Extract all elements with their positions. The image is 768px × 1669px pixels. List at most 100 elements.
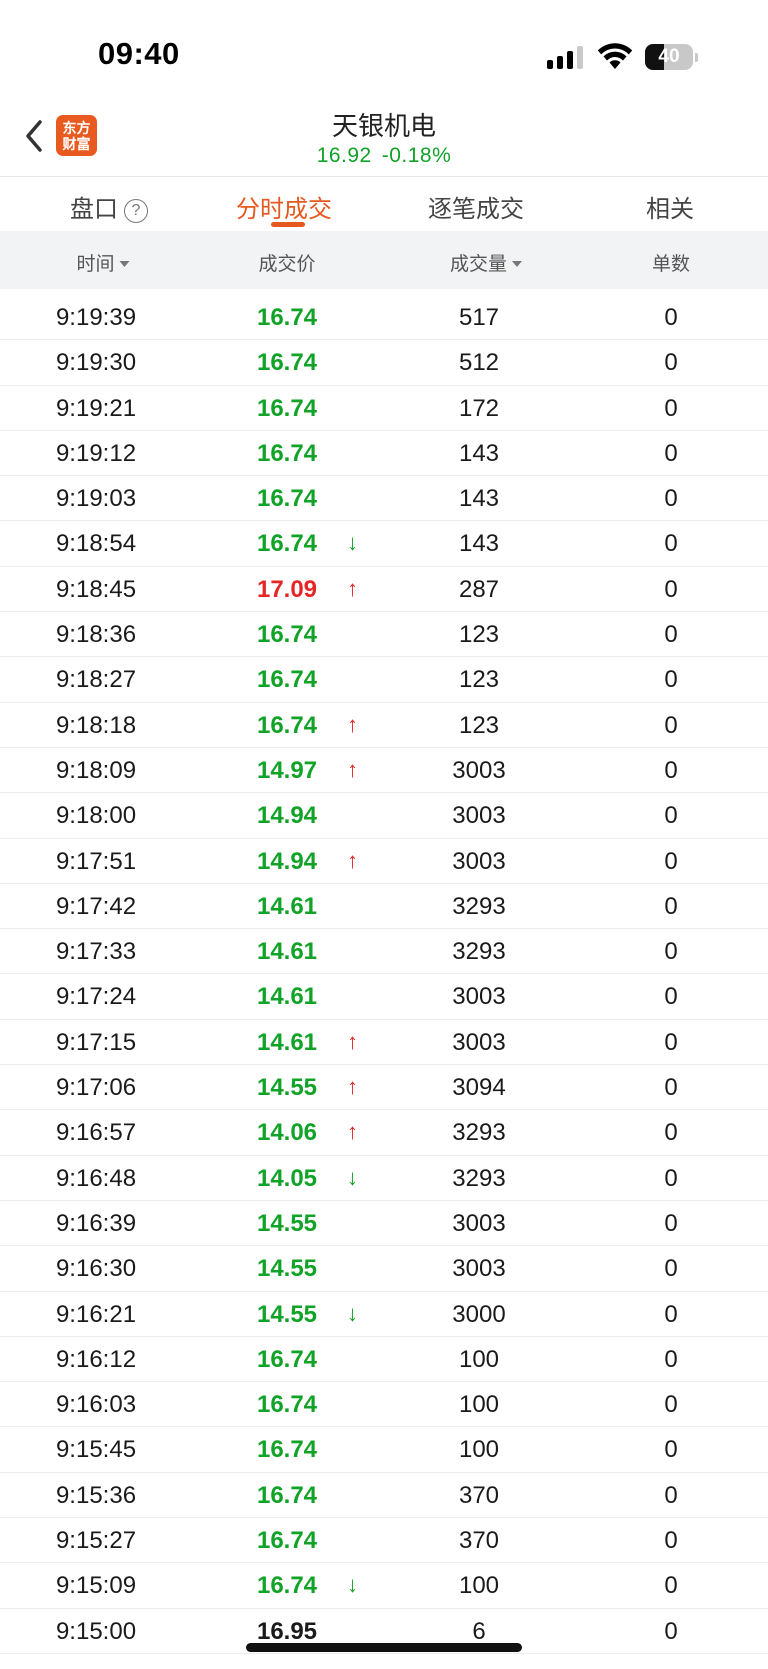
stock-name: 天银机电 — [331, 111, 436, 141]
header: 东方 财富 天银机电 16.92 -0.18% — [0, 100, 768, 176]
trade-count: 0 — [664, 1572, 678, 1600]
trade-time: 9:15:09 — [55, 1572, 137, 1600]
tab-related[interactable]: 相关 — [646, 189, 694, 224]
column-volume-sort[interactable]: 成交量 — [450, 249, 523, 276]
trade-volume: 123 — [458, 711, 500, 739]
arrow-down-icon: ↓ — [347, 1572, 358, 1598]
trade-row: 9:16:39 14.55 3003 0 — [0, 1201, 768, 1247]
column-time-sort[interactable]: 时间 — [76, 249, 130, 276]
trade-row: 9:15:27 16.74 370 0 — [0, 1518, 768, 1564]
trade-price: 16.74 — [256, 439, 318, 467]
stock-change: -0.18% — [381, 144, 452, 167]
trade-volume: 100 — [458, 1572, 500, 1600]
trade-volume: 100 — [458, 1391, 500, 1419]
tab-minute-trades[interactable]: 分时成交 — [236, 189, 332, 224]
trade-price: 14.61 — [256, 983, 318, 1011]
trade-count: 0 — [664, 938, 678, 966]
arrow-up-icon: ↑ — [347, 711, 358, 737]
trade-count: 0 — [664, 530, 678, 558]
arrow-up-icon: ↑ — [347, 1028, 358, 1054]
trade-row: 9:19:12 16.74 143 0 — [0, 431, 768, 477]
trade-count: 0 — [664, 1255, 678, 1283]
trade-price: 14.61 — [256, 938, 318, 966]
tab-minute-trades-label: 分时成交 — [236, 196, 332, 223]
trade-volume: 3003 — [452, 756, 506, 784]
trade-row: 9:19:30 16.74 512 0 — [0, 340, 768, 386]
trade-count: 0 — [664, 1164, 678, 1192]
trade-time: 9:17:42 — [55, 892, 137, 920]
trade-row: 9:15:36 16.74 370 0 — [0, 1473, 768, 1519]
trade-price: 16.74 — [256, 349, 318, 377]
trade-time: 9:18:45 — [55, 575, 137, 603]
trade-volume: 3003 — [452, 983, 506, 1011]
arrow-up-icon: ↑ — [347, 1119, 358, 1145]
trade-count: 0 — [664, 1209, 678, 1237]
trade-row: 9:15:09 16.74 ↓ 100 0 — [0, 1563, 768, 1609]
tab-related-label: 相关 — [646, 196, 694, 223]
trade-price: 14.61 — [256, 892, 318, 920]
trade-time: 9:17:06 — [55, 1074, 137, 1102]
trade-time: 9:18:36 — [55, 621, 137, 649]
trade-time: 9:15:36 — [55, 1481, 137, 1509]
trade-count: 0 — [664, 304, 678, 331]
trade-row: 9:17:06 14.55 ↑ 3094 0 — [0, 1065, 768, 1111]
trade-price: 16.74 — [256, 1481, 318, 1509]
trade-row: 9:17:33 14.61 3293 0 — [0, 929, 768, 975]
trade-row: 9:18:27 16.74 123 0 — [0, 657, 768, 703]
trade-row: 9:16:57 14.06 ↑ 3293 0 — [0, 1110, 768, 1156]
trade-row: 9:16:21 14.55 ↓ 3000 0 — [0, 1292, 768, 1337]
trade-price: 14.55 — [256, 1300, 318, 1328]
trade-count: 0 — [664, 1481, 678, 1509]
trade-volume: 3094 — [452, 1074, 506, 1102]
status-time: 09:40 — [98, 36, 180, 71]
trade-price: 14.05 — [256, 1164, 318, 1192]
trade-time: 9:16:21 — [55, 1300, 137, 1328]
trade-volume: 3003 — [452, 1209, 506, 1237]
trade-count: 0 — [664, 439, 678, 467]
trade-price: 16.74 — [256, 1345, 318, 1373]
trade-time: 9:18:00 — [55, 802, 137, 830]
trade-volume: 172 — [458, 394, 500, 422]
arrow-up-icon: ↑ — [347, 756, 358, 782]
trade-time: 9:18:18 — [55, 711, 137, 739]
trade-count: 0 — [664, 1028, 678, 1056]
trade-price: 16.95 — [256, 1617, 318, 1645]
trade-volume: 512 — [458, 349, 500, 377]
trade-volume: 143 — [458, 439, 500, 467]
trade-row: 9:18:45 17.09 ↑ 287 0 — [0, 567, 768, 613]
active-tab-indicator — [271, 222, 305, 227]
trade-volume: 3293 — [452, 938, 506, 966]
trade-row: 9:18:09 14.97 ↑ 3003 0 — [0, 748, 768, 794]
home-indicator — [246, 1643, 522, 1652]
trade-time: 9:17:15 — [55, 1028, 137, 1056]
trade-row: 9:16:30 14.55 3003 0 — [0, 1246, 768, 1292]
trade-volume: 3003 — [452, 1028, 506, 1056]
sort-caret-icon — [512, 261, 523, 267]
trade-price: 16.74 — [256, 1391, 318, 1419]
trade-price: 14.06 — [256, 1119, 318, 1147]
trade-row: 9:18:36 16.74 123 0 — [0, 612, 768, 658]
trade-volume: 370 — [458, 1481, 500, 1509]
trade-price: 17.09 — [256, 575, 318, 603]
tab-tick-trades[interactable]: 逐笔成交 — [428, 189, 524, 224]
column-price-label: 成交价 — [258, 254, 316, 275]
column-time-label: 时间 — [76, 254, 115, 275]
wifi-icon — [597, 43, 633, 69]
trade-row: 9:17:42 14.61 3293 0 — [0, 884, 768, 930]
trade-price: 16.74 — [256, 485, 318, 513]
trade-count: 0 — [664, 756, 678, 784]
trade-price: 16.74 — [256, 621, 318, 649]
trade-list[interactable]: 9:19:39 16.74 517 0 9:19:30 16.74 512 0 9:19:21 1… — [0, 295, 768, 1654]
trade-volume: 370 — [458, 1527, 500, 1555]
trade-count: 0 — [664, 1300, 678, 1328]
trade-count: 0 — [664, 394, 678, 422]
trade-count: 0 — [664, 983, 678, 1011]
trade-time: 9:19:03 — [55, 485, 137, 513]
arrow-down-icon: ↓ — [347, 530, 358, 556]
trade-volume: 3003 — [452, 847, 506, 875]
trade-row: 9:19:39 16.74 517 0 — [0, 295, 768, 341]
help-icon[interactable]: ? — [124, 199, 148, 223]
tab-order-book[interactable]: 盘口? — [70, 189, 148, 224]
trade-row: 9:17:24 14.61 3003 0 — [0, 974, 768, 1020]
trade-price: 14.94 — [256, 847, 318, 875]
